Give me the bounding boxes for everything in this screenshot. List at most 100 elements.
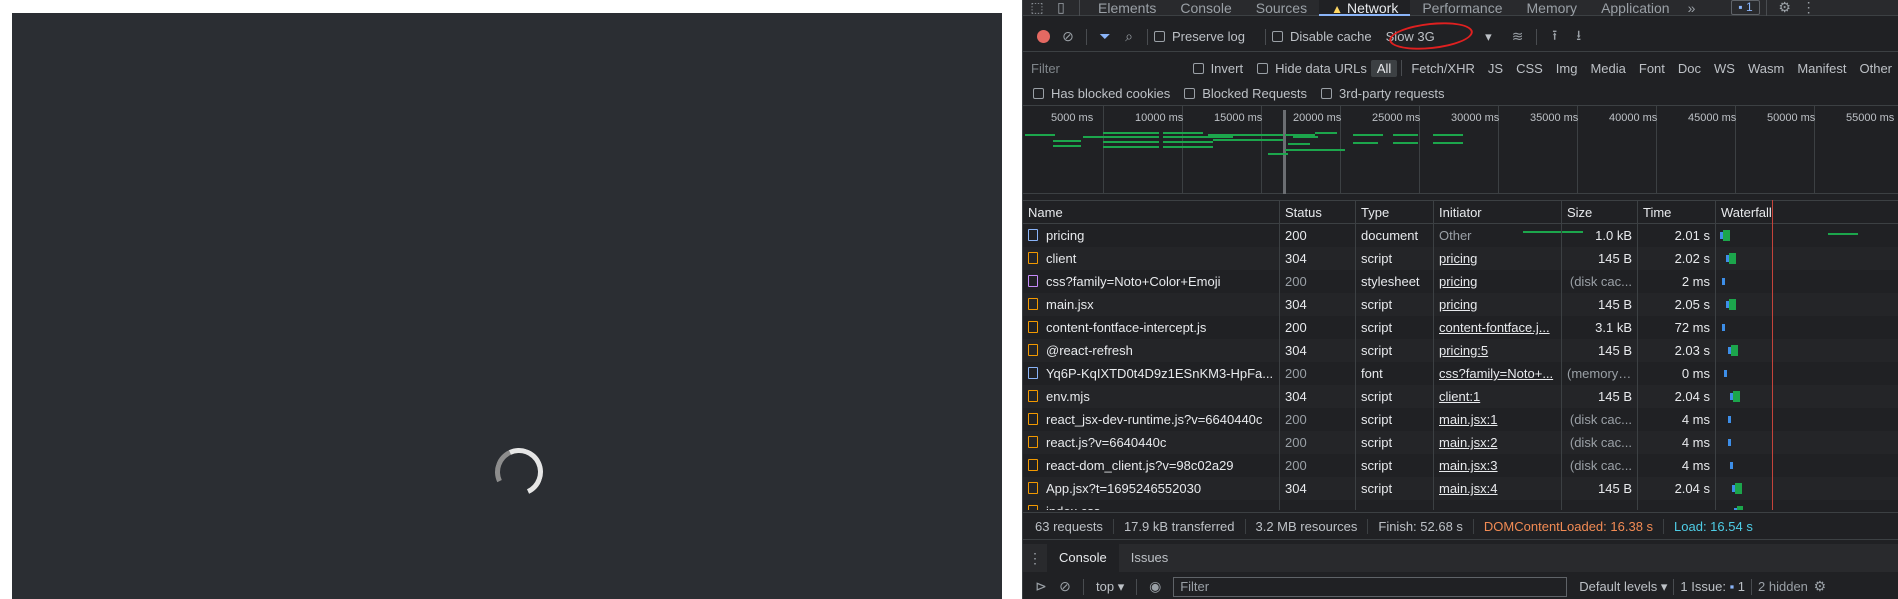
initiator-link[interactable]: pricing xyxy=(1439,297,1477,312)
table-row[interactable]: App.jsx?t=1695246552030 304 script main.jsx… xyxy=(1023,477,1898,500)
table-row[interactable]: content-fontface-intercept.js 200 script co… xyxy=(1023,316,1898,339)
initiator-link[interactable]: client:1 xyxy=(1439,389,1480,404)
log-levels-select[interactable]: Default levels ▾ xyxy=(1579,579,1667,595)
record-button[interactable] xyxy=(1037,30,1050,43)
console-sidebar-icon[interactable]: ⊳ xyxy=(1029,577,1053,597)
tab-application[interactable]: Application xyxy=(1589,0,1682,16)
request-name-cell[interactable]: client xyxy=(1023,247,1280,270)
has-blocked-cookies-checkbox[interactable]: Has blocked cookies xyxy=(1033,86,1170,101)
hide-data-urls-checkbox[interactable]: Hide data URLs xyxy=(1257,61,1367,76)
table-row[interactable]: env.mjs 304 script client:1 145 B 2.04 s xyxy=(1023,385,1898,408)
request-waterfall xyxy=(1716,408,1898,431)
table-row[interactable]: client 304 script pricing 145 B 2.02 s xyxy=(1023,247,1898,270)
export-har-icon[interactable]: ⭳ xyxy=(1567,27,1591,47)
request-name-cell[interactable]: react.js?v=6640440c xyxy=(1023,431,1280,454)
filter-type-doc[interactable]: Doc xyxy=(1672,60,1707,77)
column-header-name[interactable]: Name xyxy=(1023,201,1280,223)
device-toolbar-icon[interactable]: ▯ xyxy=(1049,0,1073,18)
initiator-link[interactable]: pricing:5 xyxy=(1439,343,1488,358)
request-size: 145 B xyxy=(1562,293,1638,316)
preserve-log-checkbox[interactable]: Preserve log xyxy=(1154,29,1245,44)
inspect-element-icon[interactable]: ⬚ xyxy=(1025,0,1049,18)
search-icon[interactable]: ⌕ xyxy=(1117,27,1141,47)
network-overview[interactable]: 5000 ms 10000 ms 15000 ms 20000 ms 25000… xyxy=(1023,106,1898,235)
filter-type-img[interactable]: Img xyxy=(1550,60,1584,77)
filter-type-js[interactable]: JS xyxy=(1482,60,1509,77)
initiator-link[interactable]: pricing xyxy=(1439,251,1477,266)
console-clear-icon[interactable]: ⊘ xyxy=(1053,577,1077,597)
third-party-checkbox[interactable]: 3rd-party requests xyxy=(1321,86,1445,101)
initiator-link[interactable]: main.jsx:3 xyxy=(1439,458,1498,473)
filter-type-other[interactable]: Other xyxy=(1853,60,1898,77)
column-header-size[interactable]: Size xyxy=(1562,201,1638,223)
initiator-link[interactable]: main.jsx:2 xyxy=(1439,435,1498,450)
table-row[interactable]: main.jsx 304 script pricing 145 B 2.05 s xyxy=(1023,293,1898,316)
settings-gear-icon[interactable]: ⚙ xyxy=(1773,0,1797,18)
request-name-cell[interactable]: env.mjs xyxy=(1023,385,1280,408)
filter-type-css[interactable]: CSS xyxy=(1510,60,1549,77)
more-tabs-button[interactable]: » xyxy=(1682,0,1702,16)
tab-network[interactable]: ▲ Network xyxy=(1319,0,1411,16)
table-row[interactable]: react-dom_client.js?v=98c02a29 200 script m… xyxy=(1023,454,1898,477)
console-filter-input[interactable]: Filter xyxy=(1173,576,1568,597)
table-row[interactable]: react.js?v=6640440c 200 script main.jsx:2 (d… xyxy=(1023,431,1898,454)
table-row[interactable]: pricing 200 document Other 1.0 kB 2.01 s xyxy=(1023,224,1898,247)
initiator-link[interactable]: main.jsx:4 xyxy=(1439,481,1498,496)
tab-performance[interactable]: Performance xyxy=(1410,0,1514,16)
tab-sources[interactable]: Sources xyxy=(1244,0,1319,16)
clear-icon[interactable]: ⊘ xyxy=(1056,27,1080,47)
load-time: Load: 16.54 s xyxy=(1674,518,1753,534)
column-header-status[interactable]: Status xyxy=(1280,201,1356,223)
network-conditions-icon[interactable]: ≋ xyxy=(1506,27,1530,47)
drawer-menu-icon[interactable]: ⋮ xyxy=(1023,548,1047,568)
column-header-type[interactable]: Type xyxy=(1356,201,1434,223)
request-name-cell[interactable]: main.jsx xyxy=(1023,293,1280,316)
drawer-tab-issues[interactable]: Issues xyxy=(1119,544,1181,572)
filter-input[interactable]: Filter xyxy=(1029,61,1193,76)
table-row[interactable]: index.css xyxy=(1023,500,1898,510)
column-header-waterfall[interactable]: Waterfall xyxy=(1716,201,1898,223)
filter-type-manifest[interactable]: Manifest xyxy=(1791,60,1852,77)
context-select[interactable]: top ▾ xyxy=(1090,579,1130,595)
import-har-icon[interactable]: ⭱ xyxy=(1543,27,1567,47)
request-name-cell[interactable]: index.css xyxy=(1023,500,1280,510)
filter-type-ws[interactable]: WS xyxy=(1708,60,1741,77)
filter-type-all[interactable]: All xyxy=(1370,59,1398,77)
request-name-cell[interactable]: content-fontface-intercept.js xyxy=(1023,316,1280,339)
initiator-link[interactable]: main.jsx:1 xyxy=(1439,412,1498,427)
drawer-tab-console[interactable]: Console xyxy=(1047,544,1119,572)
request-name-cell[interactable]: Yq6P-KqIXTD0t4D9z1ESnKM3-HpFa... xyxy=(1023,362,1280,385)
filter-icon[interactable]: ⏷ xyxy=(1093,27,1117,47)
blocked-requests-checkbox[interactable]: Blocked Requests xyxy=(1184,86,1307,101)
issues-badge[interactable]: ▪ 1 xyxy=(1731,0,1760,15)
console-settings-gear-icon[interactable]: ⚙ xyxy=(1808,577,1832,597)
request-name-cell[interactable]: react_jsx-dev-runtime.js?v=6640440c xyxy=(1023,408,1280,431)
console-issues-counter[interactable]: 1 Issue: ▪ 1 xyxy=(1680,579,1745,594)
request-name-cell[interactable]: react-dom_client.js?v=98c02a29 xyxy=(1023,454,1280,477)
column-header-time[interactable]: Time xyxy=(1638,201,1716,223)
initiator-link[interactable]: pricing xyxy=(1439,274,1477,289)
tab-elements[interactable]: Elements xyxy=(1086,0,1168,16)
filter-type-media[interactable]: Media xyxy=(1584,60,1631,77)
filter-type-wasm[interactable]: Wasm xyxy=(1742,60,1790,77)
request-name-cell[interactable]: css?family=Noto+Color+Emoji xyxy=(1023,270,1280,293)
request-name-cell[interactable]: pricing xyxy=(1023,224,1280,247)
tab-console[interactable]: Console xyxy=(1168,0,1243,16)
filter-type-font[interactable]: Font xyxy=(1633,60,1671,77)
requests-table-body[interactable]: pricing 200 document Other 1.0 kB 2.01 s clien… xyxy=(1023,224,1898,510)
table-row[interactable]: css?family=Noto+Color+Emoji 200 stylesheet… xyxy=(1023,270,1898,293)
column-header-initiator[interactable]: Initiator xyxy=(1434,201,1562,223)
request-name-cell[interactable]: App.jsx?t=1695246552030 xyxy=(1023,477,1280,500)
table-row[interactable]: Yq6P-KqIXTD0t4D9z1ESnKM3-HpFa... 200 font c… xyxy=(1023,362,1898,385)
more-options-icon[interactable]: ⋮ xyxy=(1797,0,1821,18)
invert-checkbox[interactable]: Invert xyxy=(1192,61,1243,76)
live-expression-eye-icon[interactable]: ◉ xyxy=(1143,577,1167,597)
request-name-cell[interactable]: @react-refresh xyxy=(1023,339,1280,362)
table-row[interactable]: @react-refresh 304 script pricing:5 145 B 2.0… xyxy=(1023,339,1898,362)
tab-memory[interactable]: Memory xyxy=(1515,0,1590,16)
disable-cache-checkbox[interactable]: Disable cache xyxy=(1271,29,1372,44)
initiator-link[interactable]: content-fontface.j... xyxy=(1439,320,1550,335)
initiator-link[interactable]: css?family=Noto+... xyxy=(1439,366,1553,381)
filter-type-fetch-xhr[interactable]: Fetch/XHR xyxy=(1405,60,1481,77)
table-row[interactable]: react_jsx-dev-runtime.js?v=6640440c 200 sc… xyxy=(1023,408,1898,431)
